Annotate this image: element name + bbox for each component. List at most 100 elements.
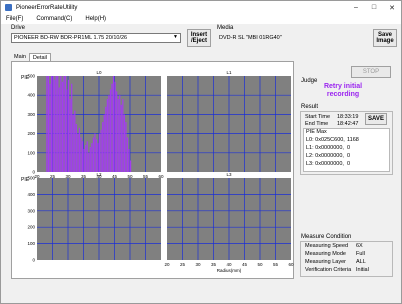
menu-file[interactable]: File(F) — [6, 16, 23, 22]
y-tick-label: 300 — [27, 208, 35, 213]
insert-eject-line1: Insert — [190, 31, 208, 38]
pie-bar — [83, 148, 85, 172]
judge-line2: recording — [326, 91, 360, 98]
pie-bar — [111, 83, 113, 172]
end-time-label: End Time — [305, 121, 329, 127]
view-tabs: Main Detail — [11, 53, 51, 61]
y-tick-label: 400 — [27, 192, 35, 197]
insert-eject-button[interactable]: Insert/Eject — [187, 29, 211, 47]
pie-bar — [61, 81, 63, 172]
measure-mode-label: Measuring Mode — [305, 251, 346, 257]
result-row-l0-value: 1168 — [347, 137, 359, 143]
main-window: PioneerErrorRateUtility – □ ✕ File(F) Co… — [0, 0, 402, 304]
x-tick-label: 40 — [226, 262, 232, 267]
pie-bar — [77, 133, 79, 172]
pie-bar — [130, 160, 132, 172]
measure-condition-label: Measure Condition — [301, 234, 352, 240]
measure-layer-label: Measuring Layer — [305, 259, 346, 265]
drive-select[interactable]: PIONEER BD-RW BDR-PR1ML 1.75 20/10/26 ▼ — [11, 33, 181, 43]
measure-mode-value: Full — [356, 251, 365, 257]
result-row-l3-key: L3: 0x0000000, — [306, 161, 344, 167]
save-result-button[interactable]: SAVE — [365, 113, 387, 125]
start-time-label: Start Time — [305, 114, 331, 120]
drive-select-value: PIONEER BD-RW BDR-PR1ML 1.75 20/10/26 — [14, 35, 128, 41]
pie-bar — [72, 114, 74, 172]
pie-bar — [117, 99, 119, 172]
result-row-l1-key: L1: 0x0000000, — [306, 145, 344, 151]
pie-bar — [92, 137, 94, 172]
pie-bar — [85, 145, 87, 172]
insert-eject-line2: /Eject — [190, 38, 207, 44]
tab-detail[interactable]: Detail — [28, 53, 51, 61]
start-time-value: 18:33:19 — [337, 114, 359, 120]
x-tick-label: 25 — [180, 262, 186, 267]
pie-bar — [74, 110, 76, 172]
y-tick-label: 200 — [27, 131, 35, 136]
pie-bar — [81, 141, 84, 172]
save-image-line1: Save — [377, 31, 392, 38]
pie-bar — [52, 76, 54, 172]
stop-button[interactable]: STOP — [351, 66, 391, 78]
pie-bar — [54, 79, 56, 172]
pie-bar — [95, 139, 98, 172]
y-tick-label: 200 — [27, 225, 35, 230]
pie-bar — [108, 95, 110, 172]
pie-bar — [47, 76, 50, 172]
x-tick-label: 60 — [288, 262, 294, 267]
pie-bar — [57, 76, 59, 172]
chart-title-3: L3 — [226, 172, 232, 177]
chevron-down-icon: ▼ — [173, 34, 178, 40]
pie-bar — [71, 83, 73, 172]
verification-criteria-value: Initial — [356, 267, 369, 273]
pie-bar — [105, 106, 107, 172]
pie-bar — [102, 122, 104, 172]
pie-bar — [94, 133, 96, 172]
pie-bar — [78, 127, 81, 172]
minimize-icon[interactable]: – — [347, 1, 365, 14]
tab-main[interactable]: Main — [11, 53, 29, 61]
pie-bar — [88, 152, 90, 172]
pie-bar — [99, 133, 101, 172]
measure-layer-value: ALL — [356, 259, 366, 265]
pie-bar — [103, 114, 105, 172]
x-axis-label: Radius(mm) — [217, 268, 242, 273]
pie-charts: L00100200300400500PIE202530354045505560R… — [21, 70, 294, 273]
menu-bar: File(F) Command(C) Help(H) — [1, 14, 401, 24]
pie-bar — [109, 89, 112, 172]
x-tick-label: 35 — [211, 262, 217, 267]
pie-bar — [63, 76, 65, 172]
pie-bar — [60, 76, 62, 172]
result-row-l1-value: 0 — [347, 145, 351, 151]
pie-bar — [112, 76, 115, 172]
menu-command[interactable]: Command(C) — [36, 16, 72, 22]
pie-bar — [69, 99, 71, 172]
pie-bar — [119, 95, 121, 172]
media-value: DVD-R SL "MBI 01RG40" — [219, 35, 282, 41]
pie-bar — [75, 124, 77, 172]
y-tick-label: 300 — [27, 112, 35, 117]
pie-max-label: PIE Max — [306, 129, 327, 135]
x-tick-label: 20 — [164, 262, 170, 267]
save-image-button[interactable]: Save Image — [373, 29, 397, 47]
x-tick-label: 45 — [242, 262, 248, 267]
window-title: PioneerErrorRateUtility — [16, 4, 78, 11]
y-tick-label: 100 — [27, 150, 35, 155]
result-row-l2-value: 0 — [347, 153, 351, 159]
result-row-l0-key: L0: 0x025C600, — [306, 137, 345, 143]
drive-label: Drive — [11, 25, 26, 31]
y-tick-label: 0 — [32, 258, 35, 263]
pie-bar — [114, 81, 116, 172]
measure-speed-label: Measuring Speed — [305, 243, 349, 249]
save-image-line2: Image — [376, 38, 394, 44]
pie-bar — [64, 76, 67, 172]
end-time-value: 18:42:47 — [337, 121, 359, 127]
menu-help[interactable]: Help(H) — [85, 16, 106, 22]
pie-bar — [97, 143, 99, 172]
y-tick-label: 400 — [27, 93, 35, 98]
close-icon[interactable]: ✕ — [383, 1, 401, 14]
x-tick-label: 50 — [257, 262, 263, 267]
pie-bar — [116, 91, 118, 172]
maximize-icon[interactable]: □ — [365, 1, 383, 14]
media-value-box: DVD-R SL "MBI 01RG40" — [217, 33, 367, 43]
y-tick-label: 100 — [27, 241, 35, 246]
